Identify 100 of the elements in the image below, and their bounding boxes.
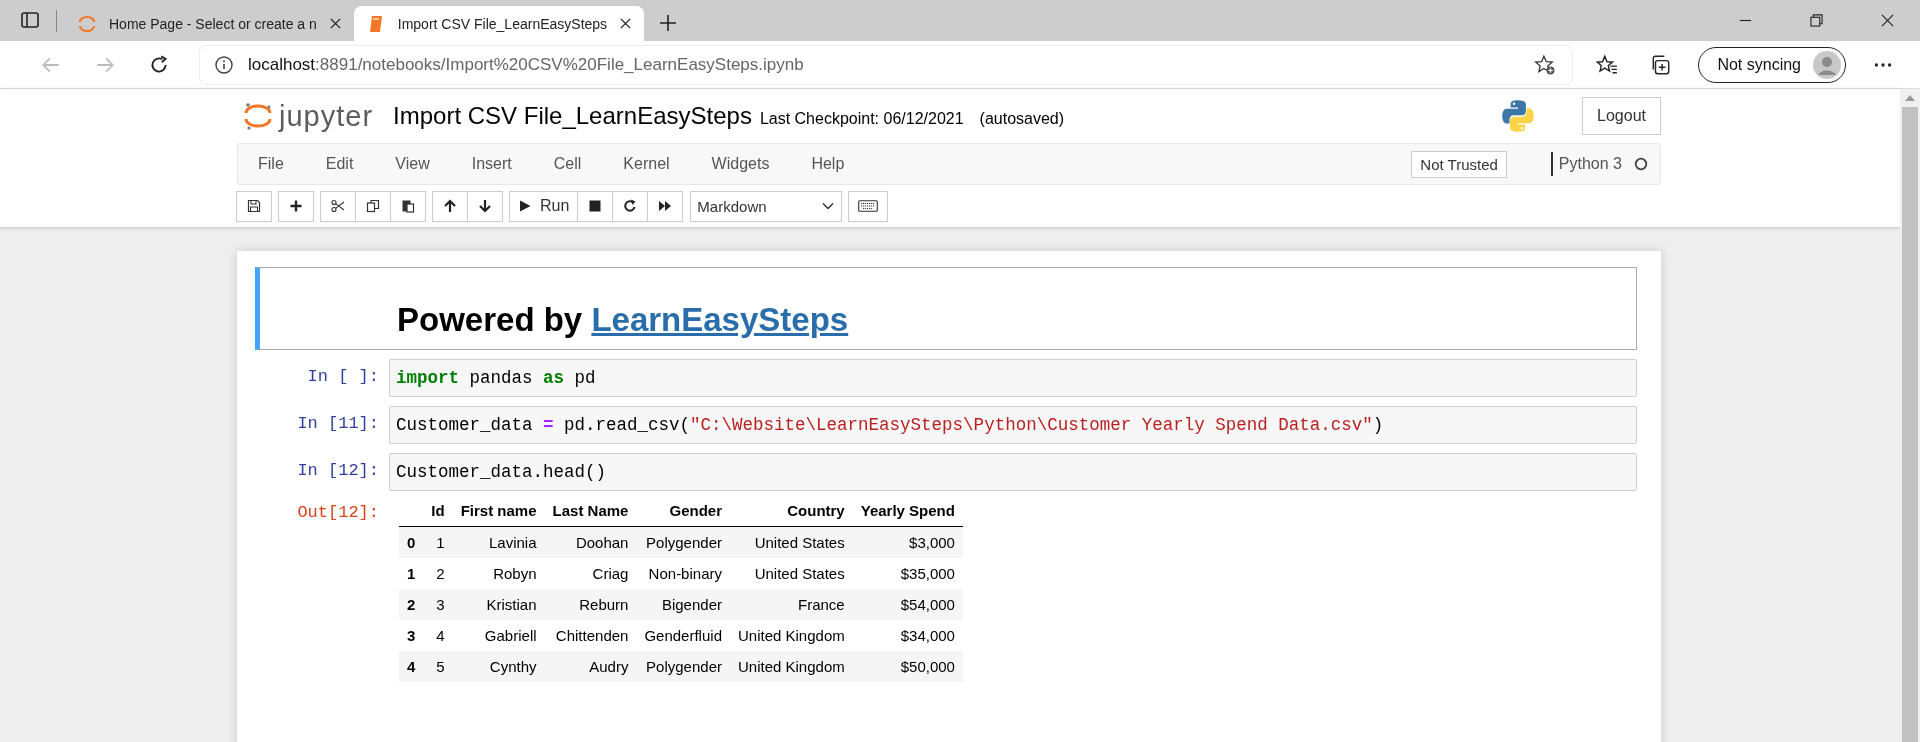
table-cell: Bigender (636, 589, 730, 620)
input-prompt: In [11]: (296, 414, 380, 433)
profile-button[interactable]: Not syncing (1698, 46, 1846, 83)
row-index: 4 (399, 651, 424, 682)
browser-tab[interactable]: Import CSV File_LearnEasySteps (353, 6, 645, 41)
close-icon[interactable] (328, 17, 342, 30)
avatar-icon (1813, 50, 1841, 79)
table-cell: $34,000 (852, 620, 963, 651)
autosave-status: (autosaved) (979, 110, 1065, 128)
logout-button[interactable]: Logout (1582, 97, 1661, 135)
table-cell: Cynthy (452, 651, 545, 682)
column-header: First name (452, 495, 545, 527)
jupyter-logo-icon (77, 13, 97, 34)
table-cell: $54,000 (852, 589, 963, 620)
restart-button[interactable] (612, 190, 649, 222)
column-header: Country (730, 495, 853, 527)
table-cell: Gabriell (452, 620, 545, 651)
row-index: 2 (399, 589, 424, 620)
table-cell: 3 (423, 589, 453, 620)
table-cell: Non-binary (636, 558, 730, 589)
table-cell: United Kingdom (730, 651, 853, 682)
table-cell: France (730, 589, 853, 620)
table-cell: Genderfluid (636, 620, 730, 651)
favorites-icon[interactable] (1596, 53, 1619, 76)
column-header: Gender (636, 495, 730, 527)
kernel-name[interactable]: Python 3 (1558, 155, 1622, 173)
jupyter-logo-icon[interactable] (243, 101, 273, 131)
row-index: 1 (399, 558, 424, 589)
table-cell: United States (730, 558, 853, 589)
link[interactable]: LearnEasySteps (591, 301, 849, 338)
table-cell: Polygender (636, 526, 730, 558)
checkpoint-text: Last Checkpoint: 06/12/2021 (759, 110, 964, 128)
column-header: Last Name (544, 495, 637, 527)
arrow-down-icon (478, 199, 492, 213)
table-cell: $3,000 (852, 526, 963, 558)
table-cell: Doohan (544, 526, 637, 558)
cell-type-dropdown[interactable]: Markdown (690, 190, 843, 222)
restore-icon[interactable] (1810, 14, 1823, 27)
table-cell: 4 (423, 620, 453, 651)
markdown-cell[interactable]: Powered by LearnEasySteps (255, 267, 1637, 350)
close-icon[interactable] (619, 17, 633, 30)
menu-item[interactable]: Kernel (623, 155, 670, 173)
scrollbar-thumb[interactable] (1902, 107, 1918, 742)
add-favorite-icon[interactable] (1534, 53, 1557, 76)
cut-button[interactable] (320, 190, 356, 222)
insert-cell-button[interactable] (278, 190, 314, 222)
table-cell: Audry (544, 651, 637, 682)
copy-icon (366, 199, 380, 213)
kernel-idle-icon (1634, 157, 1648, 171)
copy-button[interactable] (355, 190, 391, 222)
move-up-button[interactable] (432, 190, 468, 222)
menu-item[interactable]: File (258, 155, 284, 173)
keyboard-shortcuts-button[interactable] (848, 190, 889, 222)
input-prompt: In [12]: (296, 461, 380, 480)
table-cell: Reburn (544, 589, 637, 620)
move-down-button[interactable] (467, 190, 503, 222)
menu-item[interactable]: Cell (553, 155, 582, 173)
plus-icon (289, 199, 303, 213)
refresh-icon[interactable] (148, 53, 170, 76)
menu-item[interactable]: View (395, 155, 430, 173)
trust-button[interactable]: Not Trusted (1411, 150, 1507, 178)
table-cell: 1 (423, 526, 453, 558)
table-cell: 5 (423, 651, 453, 682)
menu-item[interactable]: Edit (325, 155, 354, 173)
new-tab-icon[interactable] (658, 13, 679, 33)
table-cell: United Kingdom (730, 620, 853, 651)
row-index: 0 (399, 526, 424, 558)
scrollbar[interactable] (1900, 89, 1920, 742)
paste-button[interactable] (390, 190, 426, 222)
menu-item[interactable]: Insert (471, 155, 512, 173)
code-input[interactable]: Customer_data = pd.read_csv("C:\Website\LearnEasySteps\Python\Customer Yearly Spend Data.csv") (389, 406, 1637, 444)
keyboard-icon (858, 200, 879, 212)
row-index: 3 (399, 620, 424, 651)
column-header: Yearly Spend (852, 495, 963, 527)
jupyter-wordmark[interactable]: jupyter (279, 99, 374, 133)
save-button[interactable] (236, 190, 272, 222)
notebook-title[interactable]: Import CSV File_LearnEasySteps (393, 102, 752, 130)
table-cell: $35,000 (852, 558, 963, 589)
table-cell: Chittenden (544, 620, 637, 651)
code-input[interactable]: import pandas as pd (389, 359, 1637, 397)
menu-item[interactable]: Widgets (711, 155, 770, 173)
run-button[interactable]: Run (509, 190, 579, 222)
address-field[interactable]: localhost:8891/notebooks/Import%20CSV%20File_LearnEasySteps.ipynb (200, 45, 1573, 84)
table-cell: 2 (423, 558, 453, 589)
play-icon (518, 199, 532, 213)
table-cell: $50,000 (852, 651, 963, 682)
code-input[interactable]: Customer_data.head() (389, 453, 1637, 491)
output-prompt: Out[12]: (296, 503, 380, 522)
table-cell: Lavinia (452, 526, 545, 558)
menu-item[interactable]: Help (811, 155, 845, 173)
save-icon (247, 199, 261, 213)
tab-actions-icon[interactable] (20, 10, 40, 30)
fast-forward-icon (658, 199, 673, 213)
close-icon[interactable] (1881, 14, 1894, 27)
browser-tab[interactable]: Home Page - Select or create a n (65, 6, 354, 41)
table-cell: Criag (544, 558, 637, 589)
stop-button[interactable] (577, 190, 614, 222)
run-all-button[interactable] (647, 190, 684, 222)
table-cell: Robyn (452, 558, 545, 589)
column-header: Id (423, 495, 453, 527)
